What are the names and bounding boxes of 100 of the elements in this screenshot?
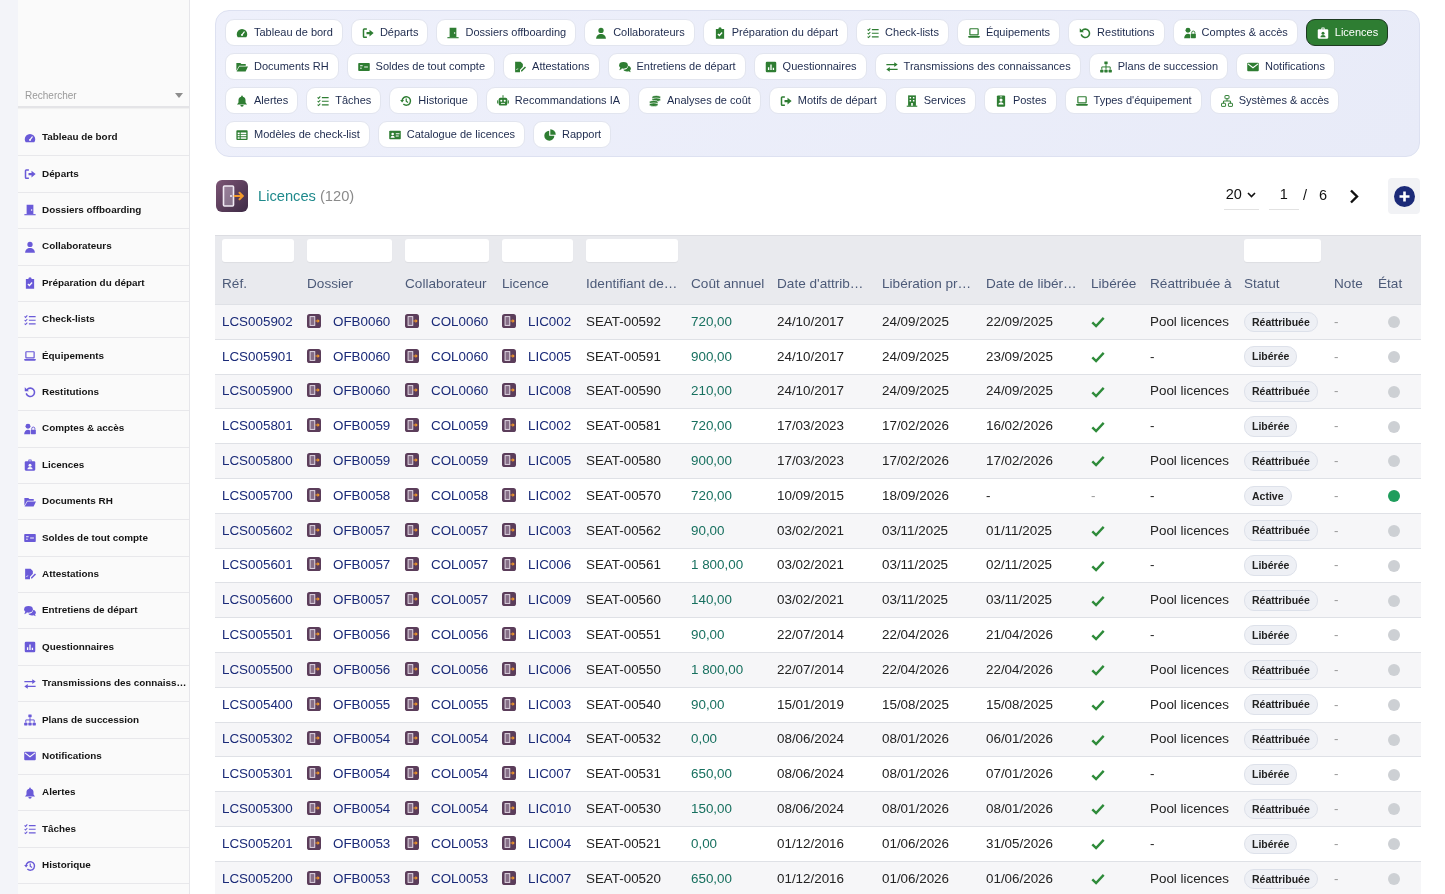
licence-link[interactable]: LIC003 [528,627,572,642]
nav-tab[interactable]: Équipements [956,19,1061,46]
licence-link[interactable]: LIC007 [528,870,572,886]
sidebar-item[interactable]: Départs [18,156,189,193]
filter-input[interactable] [405,239,489,262]
reference-link[interactable]: LCS005302 [222,731,293,747]
sidebar-item[interactable]: Plans de succession [18,702,189,739]
dossier-link[interactable]: OFB0059 [333,418,391,434]
reference-link[interactable]: LCS005602 [222,522,293,538]
filter-input[interactable] [586,239,678,262]
sidebar-item[interactable]: Notifications [18,738,189,776]
reference-link[interactable]: LCS005501 [222,627,293,642]
licence-link[interactable]: LIC002 [528,418,572,434]
nav-tab[interactable]: Dossiers offboarding [436,19,577,46]
dossier-link[interactable]: OFB0057 [333,592,391,608]
dossier-link[interactable]: OFB0057 [333,557,391,573]
employee-link[interactable]: COL0054 [431,731,489,747]
licence-link[interactable]: LIC005 [528,453,572,469]
employee-link[interactable]: COL0056 [431,627,489,642]
reference-link[interactable]: LCS005301 [222,766,293,782]
sidebar-item[interactable]: Historique [18,847,189,885]
nav-tab[interactable]: Plans de succession [1088,53,1228,80]
dossier-link[interactable]: OFB0057 [333,522,391,538]
nav-tab[interactable]: Restitutions [1068,19,1165,46]
nav-tab[interactable]: Comptes & accès [1172,19,1298,46]
nav-tab[interactable]: Préparation du départ [702,19,849,46]
nav-tab[interactable]: Services [894,87,976,114]
dossier-link[interactable]: OFB0056 [333,627,391,642]
nav-tab[interactable]: Recommandations IA [485,87,631,114]
licence-link[interactable]: LIC003 [528,696,572,712]
reference-link[interactable]: LCS005600 [222,592,293,608]
reference-link[interactable]: LCS005902 [222,313,293,329]
reference-link[interactable]: LCS005801 [222,418,293,434]
employee-link[interactable]: COL0060 [431,348,489,364]
nav-tab[interactable]: Tableau de bord [225,19,343,46]
sidebar-item[interactable]: Check-lists [18,301,189,339]
nav-tab[interactable]: Collaborateurs [584,19,695,46]
reference-link[interactable]: LCS005901 [222,348,293,364]
licence-link[interactable]: LIC004 [528,835,572,851]
employee-link[interactable]: COL0060 [431,313,489,329]
nav-tab[interactable]: Historique [389,87,478,114]
sidebar-item[interactable]: Questionnaires [18,629,189,666]
sidebar-item[interactable]: Soldes de tout compte [18,520,189,557]
employee-link[interactable]: COL0060 [431,383,489,399]
dossier-link[interactable]: OFB0054 [333,731,391,747]
filter-input[interactable] [1244,239,1321,262]
reference-link[interactable]: LCS005201 [222,835,293,851]
employee-link[interactable]: COL0054 [431,766,489,782]
nav-tab[interactable]: Questionnaires [753,53,867,80]
nav-tab[interactable]: Entretiens de départ [607,53,746,80]
nav-tab[interactable]: Licences [1305,19,1389,46]
dossier-link[interactable]: OFB0053 [333,835,391,851]
licence-link[interactable]: LIC009 [528,592,572,608]
nav-tab[interactable]: Catalogue de licences [377,121,526,148]
employee-link[interactable]: COL0056 [431,661,489,677]
sidebar-item[interactable]: Transmissions des connaiss… [18,665,189,703]
nav-tab[interactable]: Soldes de tout compte [346,53,496,80]
next-page-button[interactable] [1349,188,1359,204]
licence-link[interactable]: LIC004 [528,731,572,747]
employee-link[interactable]: COL0058 [431,487,489,503]
nav-tab[interactable]: Postes [983,87,1057,114]
sidebar-item[interactable]: Entretiens de départ [18,593,189,630]
employee-link[interactable]: COL0059 [431,453,489,469]
nav-tab[interactable]: Documents RH [225,53,339,80]
reference-link[interactable]: LCS005900 [222,383,293,399]
licence-link[interactable]: LIC002 [528,313,572,329]
reference-link[interactable]: LCS005700 [222,487,293,503]
licence-link[interactable]: LIC003 [528,522,572,538]
dossier-link[interactable]: OFB0055 [333,696,391,712]
reference-link[interactable]: LCS005400 [222,696,293,712]
nav-tab[interactable]: Départs [350,19,429,46]
reference-link[interactable]: LCS005601 [222,557,293,573]
sidebar-item[interactable]: Préparation du départ [18,265,189,302]
employee-link[interactable]: COL0054 [431,801,489,816]
sidebar-item[interactable]: Attestations [18,556,189,594]
employee-link[interactable]: COL0057 [431,592,489,608]
nav-tab[interactable]: Motifs de départ [768,87,887,114]
dossier-link[interactable]: OFB0058 [333,487,391,503]
sidebar-item[interactable]: Tableau de bord [18,120,189,157]
sidebar-item[interactable]: Tâches [18,811,189,848]
employee-link[interactable]: COL0053 [431,870,489,886]
reference-link[interactable]: LCS005500 [222,661,293,677]
sidebar-item[interactable]: Alertes [18,775,189,812]
dossier-link[interactable]: OFB0059 [333,453,391,469]
nav-tab[interactable]: Analyses de coût [638,87,761,114]
dossier-link[interactable]: OFB0060 [333,313,391,329]
dossier-link[interactable]: OFB0060 [333,348,391,364]
page-input[interactable]: 1 [1268,182,1299,210]
reference-link[interactable]: LCS005300 [222,801,293,816]
licence-link[interactable]: LIC008 [528,383,572,399]
nav-tab[interactable]: Transmissions des connaissances [874,53,1081,80]
page-size-select[interactable]: 20 [1223,182,1259,210]
filter-input[interactable] [307,239,392,262]
sidebar-item[interactable]: Dossiers offboarding [18,192,189,230]
licence-link[interactable]: LIC006 [528,557,572,573]
employee-link[interactable]: COL0053 [431,835,489,851]
employee-link[interactable]: COL0057 [431,522,489,538]
licence-link[interactable]: LIC002 [528,487,572,503]
dossier-link[interactable]: OFB0060 [333,383,391,399]
nav-tab[interactable]: Types d'équipement [1064,87,1202,114]
